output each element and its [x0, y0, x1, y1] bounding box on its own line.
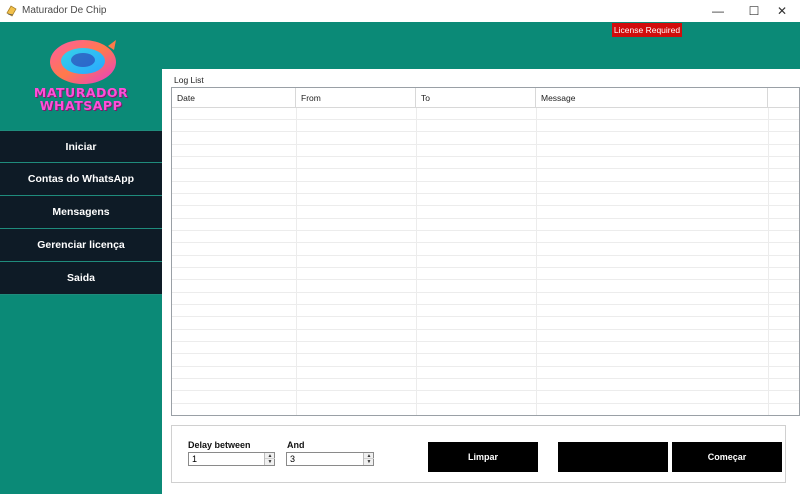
grid-row-line — [172, 193, 799, 194]
delay-between-label: Delay between — [188, 440, 251, 450]
log-grid[interactable]: Date From To Message — [171, 87, 800, 416]
and-label: And — [287, 440, 305, 450]
column-header-from[interactable]: From — [296, 88, 416, 108]
grid-col-divider — [536, 108, 537, 415]
grid-row-line — [172, 353, 799, 354]
blank-button[interactable] — [558, 442, 668, 472]
grid-row-line — [172, 218, 799, 219]
stepper-down-icon[interactable]: ▼ — [364, 459, 374, 465]
delay-stepper-arrows[interactable]: ▲ ▼ — [264, 453, 275, 465]
grid-row-line — [172, 181, 799, 182]
log-grid-body — [172, 108, 799, 415]
logo-text: MATURADOR WHATSAPP — [0, 86, 162, 112]
column-header-to[interactable]: To — [416, 88, 536, 108]
grid-row-line — [172, 378, 799, 379]
grid-row-line — [172, 230, 799, 231]
grid-row-line — [172, 329, 799, 330]
grid-row-line — [172, 168, 799, 169]
stepper-down-icon[interactable]: ▼ — [265, 459, 275, 465]
logo-line-2: WHATSAPP — [39, 98, 123, 113]
grid-row-line — [172, 316, 799, 317]
grid-col-divider — [768, 108, 769, 415]
and-stepper-arrows[interactable]: ▲ ▼ — [363, 453, 374, 465]
whatsapp-maturador-logo-icon — [50, 40, 116, 84]
grid-col-divider — [296, 108, 297, 415]
grid-row-line — [172, 267, 799, 268]
column-header-date[interactable]: Date — [172, 88, 296, 108]
grid-row-line — [172, 131, 799, 132]
license-required-badge: License Required — [612, 23, 682, 37]
grid-row-line — [172, 242, 799, 243]
sidebar-item-mensagens[interactable]: Mensagens — [0, 196, 162, 229]
and-value[interactable]: 3 — [290, 454, 295, 464]
header-band — [162, 22, 800, 69]
window-title: Maturador De Chip — [22, 5, 107, 16]
minimize-button[interactable]: — — [700, 0, 736, 22]
grid-row-line — [172, 366, 799, 367]
grid-row-line — [172, 156, 799, 157]
controls-panel: Delay between 1 ▲ ▼ And 3 ▲ ▼ Limpar Com… — [171, 425, 786, 483]
grid-row-line — [172, 144, 799, 145]
grid-row-line — [172, 292, 799, 293]
close-button[interactable]: ✕ — [764, 0, 800, 22]
app-icon — [6, 5, 17, 17]
grid-row-line — [172, 390, 799, 391]
log-list-label: Log List — [174, 75, 204, 85]
column-header-message[interactable]: Message — [536, 88, 768, 108]
grid-row-line — [172, 279, 799, 280]
grid-row-line — [172, 341, 799, 342]
grid-row-line — [172, 403, 799, 404]
sidebar-item-contas-whatsapp[interactable]: Contas do WhatsApp — [0, 163, 162, 196]
title-bar: Maturador De Chip — ☐ ✕ — [0, 0, 800, 22]
grid-col-divider — [416, 108, 417, 415]
sidebar-item-gerenciar-licenca[interactable]: Gerenciar licença — [0, 229, 162, 262]
grid-row-line — [172, 304, 799, 305]
sidebar: MATURADOR WHATSAPP Iniciar Contas do Wha… — [0, 22, 162, 494]
grid-row-line — [172, 255, 799, 256]
sidebar-item-saida[interactable]: Saida — [0, 262, 162, 295]
limpar-button[interactable]: Limpar — [428, 442, 538, 472]
and-stepper[interactable]: 3 ▲ ▼ — [286, 452, 374, 466]
delay-between-value[interactable]: 1 — [192, 454, 197, 464]
sidebar-nav: Iniciar Contas do WhatsApp Mensagens Ger… — [0, 130, 162, 295]
comecar-button[interactable]: Começar — [672, 442, 782, 472]
grid-row-line — [172, 205, 799, 206]
delay-between-stepper[interactable]: 1 ▲ ▼ — [188, 452, 275, 466]
grid-row-line — [172, 119, 799, 120]
sidebar-item-iniciar[interactable]: Iniciar — [0, 130, 162, 163]
log-grid-header: Date From To Message — [172, 88, 799, 108]
